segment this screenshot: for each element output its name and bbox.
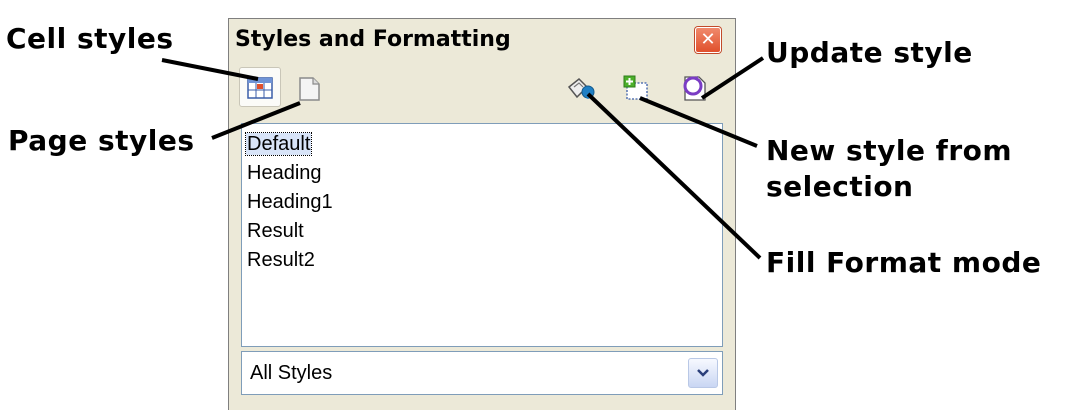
new-style-button[interactable] bbox=[615, 67, 657, 107]
new-style-callout-line2: selection bbox=[766, 170, 914, 203]
page-styles-icon bbox=[299, 77, 320, 101]
cell-styles-callout: Cell styles bbox=[6, 22, 174, 55]
new-style-callout-line1: New style from bbox=[766, 134, 1013, 167]
panel-titlebar: Styles and Formatting ✕ bbox=[229, 19, 735, 65]
list-item[interactable]: Default bbox=[242, 130, 722, 159]
dropdown-arrow-button[interactable] bbox=[688, 358, 718, 388]
styles-formatting-panel: Styles and Formatting ✕ Default Heading … bbox=[228, 18, 736, 410]
page-styles-callout: Page styles bbox=[8, 124, 195, 157]
new-style-icon bbox=[623, 75, 648, 100]
style-filter-value: All Styles bbox=[250, 362, 333, 384]
page-styles-button[interactable] bbox=[289, 69, 331, 109]
close-icon: ✕ bbox=[700, 29, 716, 50]
style-filter-dropdown[interactable]: All Styles bbox=[241, 351, 723, 395]
update-style-button[interactable] bbox=[673, 67, 715, 107]
cell-styles-icon bbox=[247, 77, 273, 99]
cell-styles-button[interactable] bbox=[239, 67, 281, 107]
fill-format-button[interactable] bbox=[559, 69, 601, 109]
list-item[interactable]: Heading bbox=[242, 159, 722, 188]
style-list[interactable]: Default Heading Heading1 Result Result2 bbox=[241, 123, 723, 347]
update-style-callout: Update style bbox=[766, 36, 973, 69]
chevron-down-icon bbox=[697, 369, 709, 377]
close-button[interactable]: ✕ bbox=[695, 27, 721, 53]
update-style-icon bbox=[683, 76, 706, 101]
list-item[interactable]: Result2 bbox=[242, 246, 722, 275]
list-item[interactable]: Result bbox=[242, 217, 722, 246]
styles-toolbar bbox=[229, 65, 735, 123]
fill-format-icon bbox=[567, 77, 595, 99]
fill-format-callout: Fill Format mode bbox=[766, 246, 1042, 279]
list-item[interactable]: Heading1 bbox=[242, 188, 722, 217]
panel-title: Styles and Formatting bbox=[235, 27, 511, 52]
